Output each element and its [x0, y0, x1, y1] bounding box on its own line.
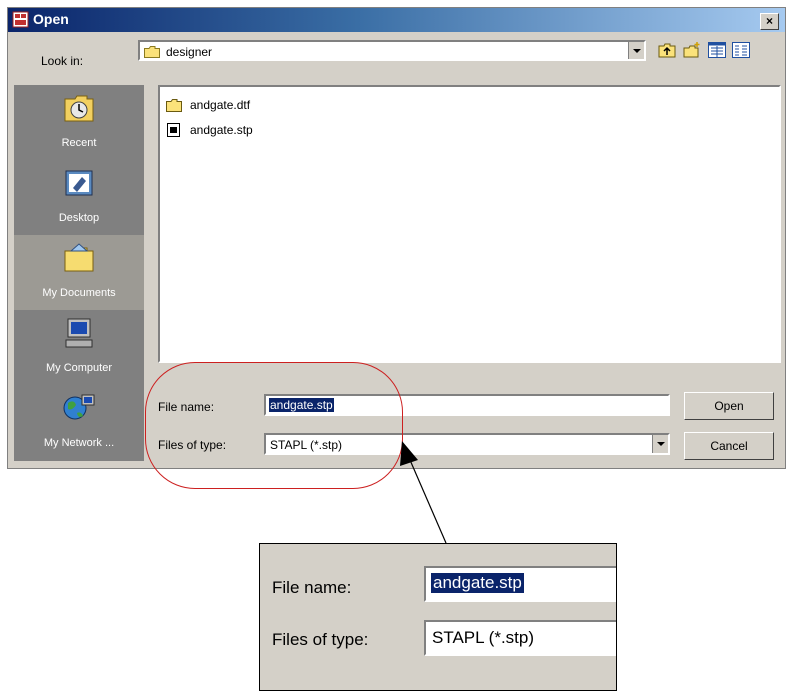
places-item-label: My Documents [42, 287, 116, 299]
places-item-desktop[interactable]: Desktop [14, 160, 144, 235]
places-item-my-documents[interactable]: My Documents [14, 235, 144, 310]
zoom-files-of-type-label: Files of type: [272, 630, 369, 649]
places-item-label: My Network ... [43, 437, 115, 449]
places-item-label: Desktop [58, 212, 100, 224]
my-network-icon [63, 394, 95, 420]
zoom-file-name-input: andgate.stp [424, 566, 616, 602]
file-list[interactable]: andgate.dtf andgate.stp [158, 85, 781, 363]
highlight-ellipse [145, 362, 403, 489]
list-view-icon[interactable] [708, 42, 726, 58]
recent-icon [64, 95, 94, 122]
app-icon [12, 11, 29, 28]
places-item-my-computer[interactable]: My Computer [14, 310, 144, 385]
zoom-files-of-type-dropdown: STAPL (*.stp) [424, 620, 616, 656]
cancel-button[interactable]: Cancel [684, 432, 774, 460]
my-computer-icon [65, 318, 93, 348]
look-in-value: designer [166, 45, 213, 59]
desktop-icon [65, 170, 93, 196]
stp-file-icon [167, 123, 180, 137]
zoom-callout: File name: andgate.stp Files of type: ST… [259, 543, 617, 691]
file-name: andgate.stp [190, 123, 253, 137]
places-item-recent[interactable]: Recent [14, 85, 144, 160]
folder-icon [144, 46, 160, 58]
places-item-label: Recent [61, 137, 97, 149]
create-new-folder-icon[interactable] [683, 42, 701, 58]
look-in-label: Look in: [41, 54, 84, 68]
zoom-files-of-type-value: STAPL (*.stp) [432, 628, 535, 647]
zoom-file-name-label: File name: [272, 578, 352, 597]
file-name: andgate.dtf [190, 98, 251, 112]
title-bar[interactable]: Open × [8, 8, 785, 32]
window-title: Open [33, 11, 69, 27]
places-item-my-network[interactable]: My Network ... [14, 385, 144, 460]
close-button[interactable]: × [760, 13, 779, 30]
chevron-down-icon[interactable] [628, 42, 644, 59]
chevron-down-icon[interactable] [652, 435, 668, 453]
zoom-file-name-value: andgate.stp [431, 573, 524, 593]
folder-icon [166, 99, 182, 112]
places-item-label: My Computer [45, 362, 113, 374]
up-one-level-icon[interactable] [658, 42, 676, 58]
places-bar: Recent Desktop My Documents My Computer … [14, 85, 144, 461]
my-documents-icon [64, 243, 94, 272]
look-in-dropdown[interactable]: designer [138, 40, 646, 61]
open-button[interactable]: Open [684, 392, 774, 420]
details-view-icon[interactable] [732, 42, 750, 58]
